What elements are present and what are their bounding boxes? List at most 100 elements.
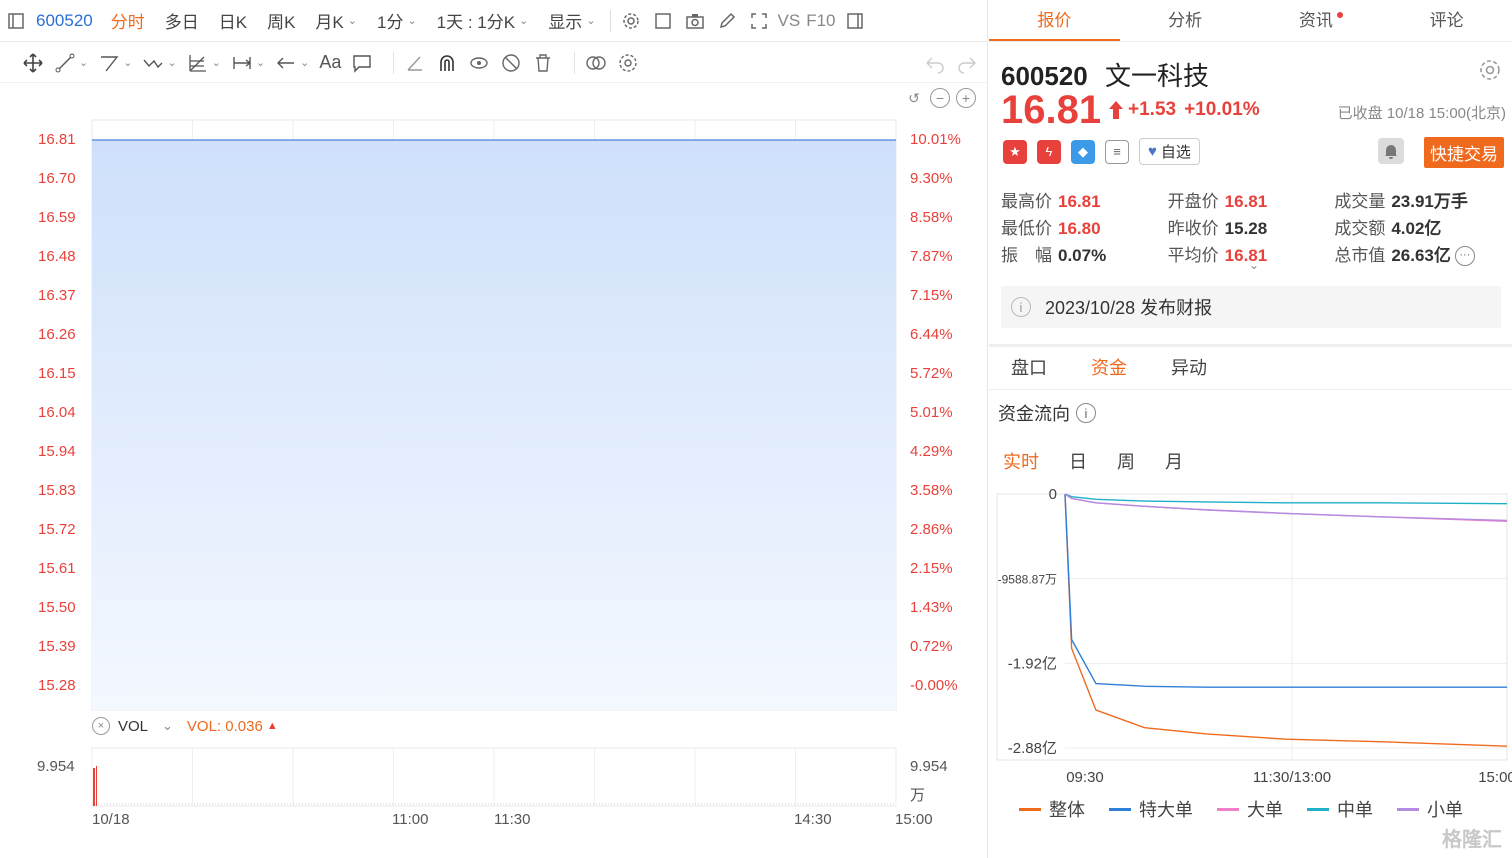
- x-tick-label: 09:30: [1066, 769, 1104, 786]
- divider: [609, 9, 611, 32]
- stat-prev-close: 昨收价 15.28: [1168, 214, 1335, 239]
- comment-tool-icon[interactable]: [351, 52, 373, 74]
- bell-icon[interactable]: [1378, 138, 1404, 164]
- vs-button[interactable]: VS: [775, 0, 804, 42]
- tab-news[interactable]: 资讯: [1251, 0, 1382, 41]
- f10-button[interactable]: F10: [803, 0, 838, 42]
- tab-multiday[interactable]: 多日: [155, 0, 209, 42]
- redo-icon[interactable]: [956, 52, 978, 74]
- chevron-down-icon: ⌄: [123, 57, 133, 69]
- quick-trade-button[interactable]: 快捷交易: [1424, 137, 1504, 168]
- legend-item[interactable]: 大单: [1217, 796, 1283, 822]
- interval-select[interactable]: 1分 ⌄: [367, 0, 427, 42]
- x-label: 15:00: [895, 811, 933, 828]
- measure-tool-icon[interactable]: ⌄: [231, 52, 265, 74]
- price-tick-label: 16.15: [38, 365, 76, 382]
- line-tool-icon[interactable]: ⌄: [54, 52, 88, 74]
- eraser-line-icon[interactable]: [404, 52, 426, 74]
- range-select[interactable]: 1天 : 1分K ⌄: [427, 0, 539, 42]
- tab-funds[interactable]: 资金: [1069, 348, 1149, 389]
- chevron-down-icon: ⌄: [586, 15, 596, 27]
- add-watchlist-button[interactable]: ♥ 自选: [1139, 138, 1200, 165]
- legend-label: 整体: [1049, 800, 1085, 820]
- tab-quote[interactable]: 报价: [989, 0, 1120, 41]
- drawing-toolbar: ⌄ ⌄ ⌄ ⌄ ⌄ ⌄ Aa: [0, 43, 988, 83]
- move-icon[interactable]: [22, 52, 44, 74]
- stat-value: 16.80: [1058, 219, 1101, 238]
- layout-icon[interactable]: [647, 0, 679, 42]
- tab-weekly-k[interactable]: 周K: [257, 0, 305, 42]
- chevron-down-icon: ⌄: [167, 57, 177, 69]
- price-tick-label: 15.72: [38, 521, 76, 538]
- y-tick-label: -1.92亿: [1008, 655, 1057, 672]
- gear-icon[interactable]: [617, 52, 639, 74]
- sidebar-toggle-icon[interactable]: [0, 0, 32, 42]
- price-change: +1.53 +10.01%: [1107, 99, 1260, 121]
- tag-icon[interactable]: ◆: [1071, 139, 1095, 164]
- legend-label: 小单: [1427, 800, 1463, 820]
- legend-item[interactable]: 中单: [1307, 796, 1373, 822]
- tab-comments[interactable]: 评论: [1381, 0, 1512, 41]
- magnet-icon[interactable]: [436, 52, 458, 74]
- x-label: 11:30: [494, 811, 531, 828]
- undo-icon[interactable]: [924, 52, 946, 74]
- triangle-up-icon: ▲: [266, 720, 278, 732]
- wave-tool-icon[interactable]: ⌄: [142, 52, 177, 74]
- compare-icon[interactable]: [585, 52, 607, 74]
- panel-toggle-icon[interactable]: [839, 0, 871, 42]
- legend-item[interactable]: 整体: [1019, 796, 1085, 822]
- fullscreen-icon[interactable]: [743, 0, 775, 42]
- lock-drawing-icon[interactable]: [468, 52, 490, 74]
- display-label: 显示: [548, 13, 583, 32]
- notification-dot: [1336, 12, 1343, 18]
- tab-intraday[interactable]: 分时: [101, 0, 155, 42]
- tab-daily-k[interactable]: 日K: [209, 0, 257, 42]
- arrow-tool-icon[interactable]: ⌄: [275, 52, 309, 74]
- pencil-icon[interactable]: [711, 0, 743, 42]
- tab-analysis[interactable]: 分析: [1120, 0, 1251, 41]
- add-watchlist-label: 自选: [1160, 144, 1191, 161]
- gear-icon[interactable]: [615, 0, 647, 42]
- interval-label: 1分: [376, 13, 404, 32]
- display-select[interactable]: 显示 ⌄: [538, 0, 605, 42]
- gear-icon[interactable]: [1478, 58, 1502, 82]
- text-tool-icon[interactable]: Aa: [319, 52, 341, 73]
- channel-tool-icon[interactable]: ⌄: [98, 52, 132, 74]
- change-value: +1.53: [1128, 99, 1177, 120]
- tab-monthly-k[interactable]: 月K ⌄: [305, 0, 367, 42]
- chevron-down-icon[interactable]: ⌄: [1249, 258, 1259, 272]
- percent-tick-label: 5.01%: [910, 404, 953, 421]
- period-day[interactable]: 日: [1069, 448, 1087, 474]
- close-icon[interactable]: ×: [92, 717, 110, 735]
- chevron-down-icon[interactable]: ⌄: [162, 718, 173, 734]
- flow-line: [1064, 493, 1508, 523]
- legend-item[interactable]: 小单: [1397, 796, 1463, 822]
- period-week[interactable]: 周: [1117, 448, 1135, 474]
- chevron-down-icon: ⌄: [79, 57, 89, 69]
- stat-low: 最低价 16.80: [1001, 214, 1168, 239]
- trash-icon[interactable]: [532, 52, 554, 74]
- chevron-down-icon: ⌄: [255, 57, 266, 69]
- plot-frame: [996, 493, 1508, 761]
- bookmark-icon[interactable]: ≡: [1105, 139, 1129, 164]
- fund-flow-chart[interactable]: 0 -9588.87万 -1.92亿 -2.88亿 09:30 11:30/13:00 15…: [989, 478, 1512, 798]
- camera-icon[interactable]: [679, 0, 711, 42]
- tab-news-label: 资讯: [1298, 11, 1333, 30]
- tab-order-book[interactable]: 盘口: [989, 348, 1069, 389]
- more-icon[interactable]: ···: [1454, 246, 1475, 267]
- limit-up-icon: ϟ: [1037, 139, 1061, 164]
- percent-tick-label: 4.29%: [910, 443, 953, 460]
- price-tick-label: 15.83: [38, 482, 76, 499]
- legend-item[interactable]: 特大单: [1109, 796, 1193, 822]
- hide-drawing-icon[interactable]: [500, 52, 522, 74]
- period-realtime[interactable]: 实时: [1003, 448, 1039, 474]
- earnings-notice[interactable]: i 2023/10/28 发布财报: [1001, 286, 1501, 328]
- info-icon[interactable]: i: [1076, 403, 1096, 423]
- price-chart-svg[interactable]: [0, 84, 988, 858]
- period-month[interactable]: 月: [1165, 448, 1183, 474]
- tab-movements[interactable]: 异动: [1149, 348, 1229, 389]
- flow-line: [1064, 493, 1508, 505]
- detail-tabs: 盘口 资金 异动: [989, 348, 1512, 390]
- symbol-code[interactable]: 600520: [32, 11, 101, 31]
- fib-tool-icon[interactable]: ⌄: [187, 52, 221, 74]
